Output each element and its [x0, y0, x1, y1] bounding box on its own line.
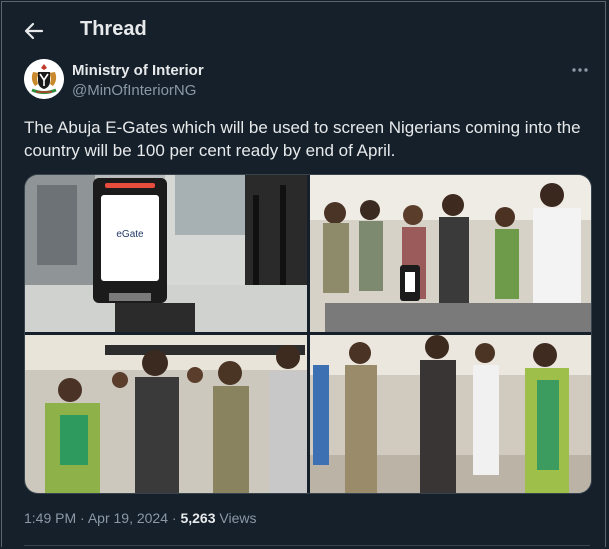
tweet-text: The Abuja E-Gates which will be used to … [24, 118, 581, 160]
page-title: Thread [80, 18, 147, 40]
views-count[interactable]: 5,263 [180, 510, 215, 526]
back-button[interactable] [20, 17, 48, 45]
date-views-separator: · [171, 510, 177, 526]
tweet-meta: 1:49 PM · Apr 19, 2024 · 5,263 Views [24, 510, 256, 526]
media-photo-4[interactable] [310, 335, 591, 493]
thread-header: Thread [0, 0, 609, 58]
media-grid[interactable]: eGate [24, 174, 592, 494]
time-date-separator: · [80, 510, 85, 526]
more-options-button[interactable] [568, 60, 592, 80]
media-photo-1[interactable]: eGate [25, 175, 307, 332]
divider [24, 545, 590, 546]
author-name[interactable]: Ministry of Interior [72, 62, 204, 79]
coat-of-arms-icon [24, 59, 64, 99]
author-handle[interactable]: @MinOfInteriorNG [72, 82, 196, 99]
author-avatar[interactable] [24, 59, 64, 99]
tweet-date[interactable]: Apr 19, 2024 [88, 510, 168, 526]
more-horizontal-icon [572, 68, 588, 72]
media-photo-2[interactable] [310, 175, 591, 332]
tweet-time[interactable]: 1:49 PM [24, 510, 76, 526]
views-label: Views [219, 510, 257, 526]
arrow-left-icon [24, 22, 44, 40]
egate-screen-label: eGate [116, 229, 144, 240]
media-photo-3[interactable] [25, 335, 307, 493]
